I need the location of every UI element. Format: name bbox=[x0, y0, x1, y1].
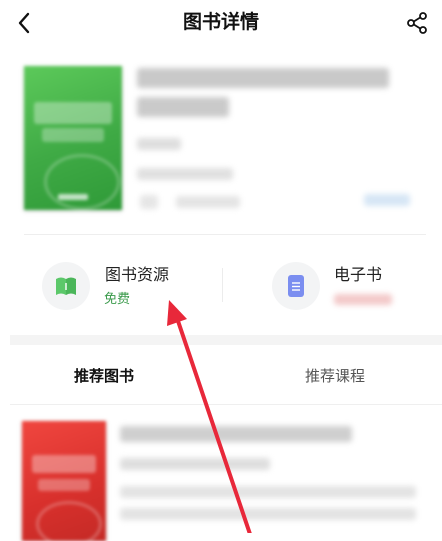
tab-recommended-books[interactable]: 推荐图书 bbox=[74, 360, 134, 392]
back-button[interactable] bbox=[10, 9, 38, 37]
resource-title: 图书资源 bbox=[105, 265, 170, 284]
chevron-left-icon bbox=[18, 12, 30, 34]
share-icon bbox=[407, 12, 427, 34]
divider-vertical bbox=[222, 268, 223, 302]
book-link-blurred[interactable] bbox=[364, 194, 410, 206]
resource-icon-bg bbox=[42, 262, 90, 310]
open-book-icon bbox=[56, 277, 76, 295]
recommended-book-meta-blurred bbox=[120, 458, 270, 470]
book-title-blurred-line2 bbox=[137, 97, 229, 117]
section-separator bbox=[10, 335, 442, 345]
resource-icon-bg bbox=[272, 262, 320, 310]
tab-recommended-courses[interactable]: 推荐课程 bbox=[305, 360, 365, 392]
share-button[interactable] bbox=[402, 8, 432, 38]
tab-divider bbox=[10, 404, 442, 405]
ebook-icon bbox=[288, 275, 304, 297]
book-cover[interactable] bbox=[24, 66, 122, 210]
recommended-book-desc-blurred bbox=[120, 486, 416, 498]
book-author-blurred bbox=[137, 138, 181, 150]
book-title-blurred bbox=[137, 68, 389, 88]
resource-title: 电子书 bbox=[334, 265, 383, 284]
book-publisher-blurred bbox=[137, 168, 233, 180]
book-meta-blurred bbox=[176, 196, 240, 208]
resource-price: 免费 bbox=[104, 292, 131, 307]
resource-card-book-resources[interactable]: 图书资源 免费 bbox=[42, 254, 212, 318]
resource-card-ebook[interactable]: 电子书 bbox=[272, 254, 422, 318]
recommended-book-desc-blurred-line2 bbox=[120, 508, 416, 520]
recommended-book-title-blurred[interactable] bbox=[120, 426, 352, 442]
ebook-price-blurred bbox=[334, 294, 392, 305]
recommended-book-cover[interactable] bbox=[22, 421, 106, 541]
book-meta-icon-blurred bbox=[140, 195, 158, 209]
nav-bar: 图书详情 bbox=[0, 0, 442, 46]
divider bbox=[24, 234, 426, 235]
page-title: 图书详情 bbox=[182, 11, 259, 33]
